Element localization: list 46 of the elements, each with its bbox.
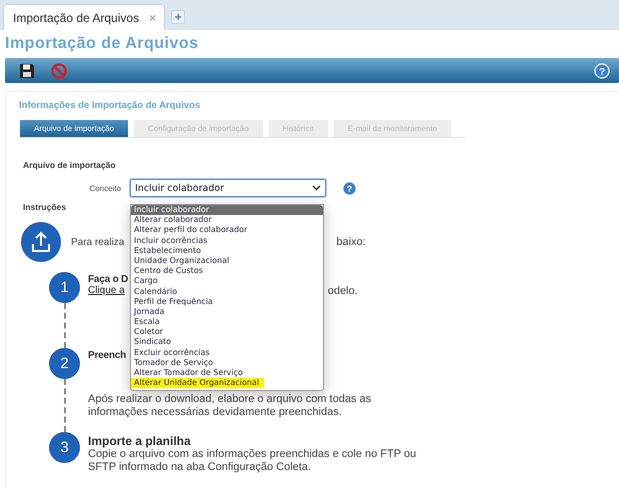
dropdown-option[interactable]: Alterar Tomador de Serviço	[131, 368, 323, 378]
step-text: informações necessárias devidamente preenchidas.	[88, 406, 343, 419]
step-text: Copie o arquivo com as informações preenchidas e cole no FTP ou	[88, 448, 416, 461]
help-icon[interactable]: ?	[343, 182, 356, 194]
intro-text: baixo:	[336, 236, 366, 248]
dropdown-option[interactable]: Perfil de Frequência	[131, 296, 323, 307]
download-link[interactable]: Clique a	[88, 285, 125, 298]
dropdown-option[interactable]: Incluir colaborador	[131, 205, 323, 216]
dropdown-option[interactable]: Tomador de Serviço	[131, 358, 323, 368]
field-label: Conceito	[88, 184, 122, 192]
step-heading: Preench	[88, 350, 126, 361]
step-number: 1	[49, 272, 80, 303]
tab[interactable]: Arquivo de importação	[20, 120, 128, 137]
panel-title: Informações de Importação de Arquivos	[19, 100, 202, 111]
step-heading: Faça o D	[88, 274, 128, 285]
dropdown-option[interactable]: Alterar Unidade Organizacional	[131, 378, 264, 388]
dropdown-option[interactable]: Calendário	[131, 286, 323, 297]
upload-icon	[21, 222, 61, 262]
save-icon[interactable]	[19, 62, 35, 78]
new-tab-button[interactable]: +	[171, 10, 186, 24]
dropdown-option[interactable]: Sindicato	[131, 337, 323, 348]
dropdown-option[interactable]: Alterar perfil do colaborador	[131, 225, 323, 236]
dropdown-option[interactable]: Incluir ocorrências	[131, 236, 323, 246]
dropdown-option[interactable]: Coletor	[131, 327, 323, 338]
step-text: odelo.	[328, 285, 358, 298]
concept-select[interactable]: Incluir colaborador	[130, 179, 326, 197]
section-title: Arquivo de importação	[23, 160, 117, 170]
chevron-icon	[312, 185, 321, 191]
step-heading: Importe a planilha	[88, 434, 191, 448]
dropdown-option[interactable]: Cargo	[131, 276, 323, 286]
step-text: SFTP informado na aba Configuração Coleta.	[88, 461, 312, 474]
dropdown-option[interactable]: Jornada	[131, 306, 323, 318]
dropdown-option[interactable]: Excluir ocorrências	[131, 348, 323, 358]
intro-text: Para realiza	[71, 236, 124, 248]
page-title: Importação de Arquivos	[4, 34, 200, 54]
dropdown-option[interactable]: Estabelecimento	[131, 246, 323, 256]
step-text: Após realizar o download, elabore o arquivo com todas as	[88, 393, 372, 406]
step-number: 3	[49, 432, 80, 463]
dropdown-option[interactable]: Escala	[131, 317, 323, 328]
dropdown-option[interactable]: Alterar colaborador	[131, 215, 323, 226]
dropdown-option[interactable]: Centro de Custos	[131, 266, 323, 276]
instructions-title: Instruções	[23, 202, 66, 212]
help-icon[interactable]: ?	[594, 62, 610, 78]
step-number: 2	[49, 348, 80, 379]
browser-tab[interactable]: Importação de Arquivos ×	[3, 4, 166, 30]
dropdown-option[interactable]: Unidade Organizacional	[131, 256, 323, 266]
